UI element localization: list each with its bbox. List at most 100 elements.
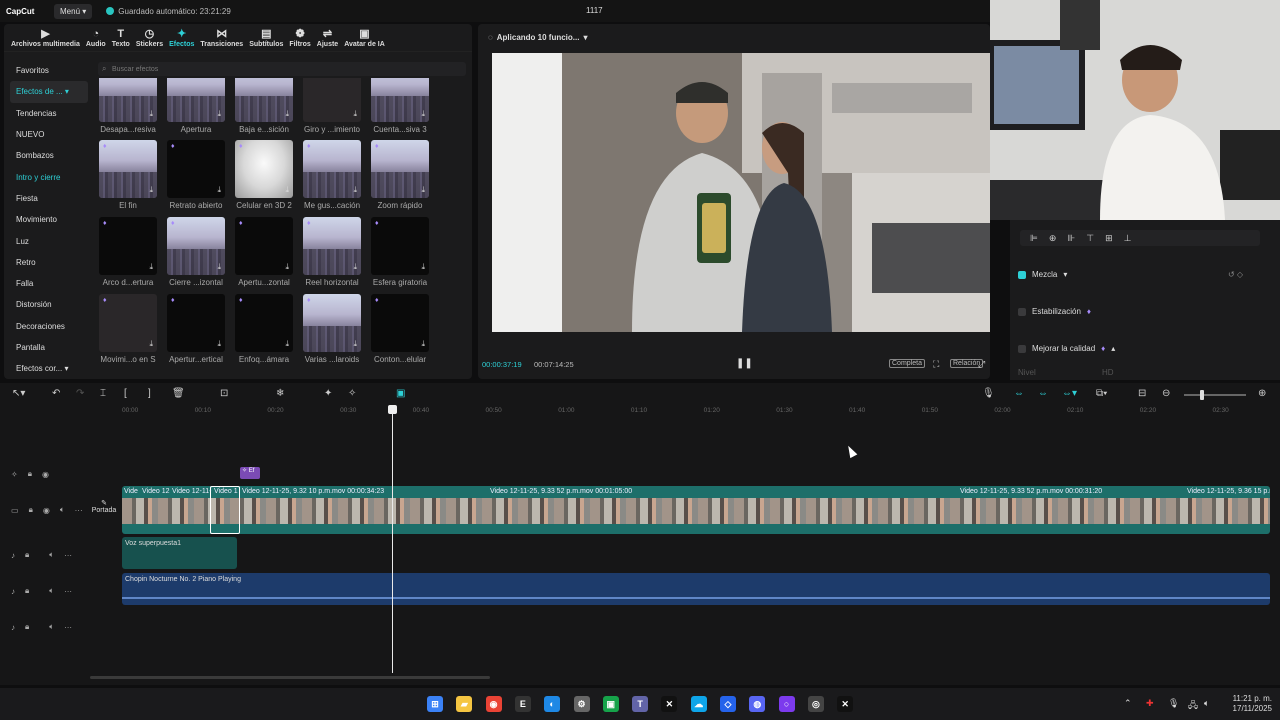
- download-icon[interactable]: ⤓: [149, 339, 153, 349]
- effect-thumbnail[interactable]: ♦ ⤓: [235, 294, 293, 352]
- blend-toggle[interactable]: Mezcla ▾: [1018, 270, 1067, 279]
- download-icon[interactable]: ⤓: [353, 262, 357, 272]
- zoom-in-icon[interactable]: ⊕: [1258, 388, 1266, 399]
- search-input[interactable]: ⌕ Buscar efectos: [98, 62, 466, 76]
- visibility-icon[interactable]: ◉: [42, 470, 49, 479]
- sidebar-item[interactable]: Movimiento: [10, 209, 88, 230]
- sidebar-item[interactable]: Intro y cierre: [10, 166, 88, 187]
- chevron-down-icon[interactable]: ▾: [583, 33, 587, 42]
- caption-icon[interactable]: ⊟: [1138, 388, 1146, 399]
- audio-toggle-icon[interactable]: 🔈︎: [49, 586, 54, 596]
- audio-toggle-icon[interactable]: 🔈︎: [49, 622, 54, 632]
- video-preview[interactable]: [492, 53, 990, 332]
- fullscreen-icon[interactable]: ⤢: [976, 359, 987, 370]
- effect-item[interactable]: ♦ ⤓ Movimi...o en S: [99, 294, 157, 364]
- align-left-icon[interactable]: ⊫: [1030, 233, 1038, 244]
- app-icon[interactable]: ◐: [544, 696, 561, 712]
- sidebar-item[interactable]: Decoraciones: [10, 316, 88, 337]
- download-icon[interactable]: ⤓: [149, 262, 153, 272]
- download-icon[interactable]: ⤓: [353, 339, 357, 349]
- effect-item[interactable]: ⤓ Desapa...resiva: [99, 78, 157, 134]
- audio-toggle-icon[interactable]: 🔈︎: [60, 505, 65, 515]
- tray-mic-icon[interactable]: 🎙: [1168, 698, 1179, 709]
- tab-subt-tulos[interactable]: ▤ Subtítulos: [246, 24, 286, 51]
- stabilization-checkbox[interactable]: [1018, 307, 1026, 316]
- pause-button[interactable]: ❚❚: [736, 358, 753, 369]
- more-icon[interactable]: ···: [64, 551, 72, 560]
- sidebar-item[interactable]: Luz: [10, 230, 88, 251]
- enhance-checkbox[interactable]: [1018, 344, 1026, 353]
- effect-item[interactable]: ♦ ⤓ El fin: [99, 140, 157, 210]
- select-tool-icon[interactable]: ↖▾: [12, 388, 25, 399]
- enhance-toggle[interactable]: Mejorar la calidad ♦ ▴: [1018, 344, 1115, 353]
- trim-right-icon[interactable]: ]: [148, 388, 151, 399]
- reset-icon[interactable]: ↺ ◇: [1228, 270, 1243, 279]
- effect-thumbnail[interactable]: ♦ ⤓: [99, 294, 157, 352]
- effect-thumbnail[interactable]: ⤓: [235, 78, 293, 122]
- effect-thumbnail[interactable]: ♦ ⤓: [303, 294, 361, 352]
- capcut2-icon[interactable]: ✕: [837, 696, 854, 712]
- zoom-slider[interactable]: [1184, 390, 1246, 400]
- effect-thumbnail[interactable]: ⤓: [371, 78, 429, 122]
- download-icon[interactable]: ⤓: [285, 109, 289, 119]
- lock-icon[interactable]: 🔒︎: [25, 622, 29, 632]
- lock-icon[interactable]: 🔒︎: [25, 586, 29, 596]
- more-icon[interactable]: ···: [75, 506, 83, 515]
- tray-app-icon[interactable]: ✚: [1146, 698, 1154, 709]
- zoom-slider-handle[interactable]: [1200, 390, 1204, 400]
- visibility-icon[interactable]: ◉: [43, 506, 50, 515]
- tray-volume-icon[interactable]: 🔈︎: [1204, 698, 1209, 709]
- sidebar-item[interactable]: Fiesta: [10, 188, 88, 209]
- app2-icon[interactable]: ▣: [602, 696, 619, 712]
- explorer-icon[interactable]: ▰: [456, 696, 473, 712]
- sidebar-item[interactable]: Distorsión: [10, 294, 88, 315]
- menu-button[interactable]: Menú ▾: [54, 3, 93, 19]
- sidebar-item[interactable]: Efectos de ... ▾: [10, 81, 88, 103]
- full-quality-button[interactable]: Completa: [889, 359, 925, 368]
- sidebar-item[interactable]: NUEVO: [10, 124, 88, 145]
- link-icon[interactable]: ⇔: [1014, 388, 1024, 399]
- sidebar-item[interactable]: Pantalla: [10, 337, 88, 358]
- lock-icon[interactable]: 🔒︎: [29, 505, 33, 515]
- effect-item[interactable]: ♦ ⤓ Cierre ...izontal: [167, 217, 225, 287]
- effect-item[interactable]: ⤓ Cuenta...siva 3: [371, 78, 429, 134]
- sidebar-item[interactable]: Retro: [10, 252, 88, 273]
- effect-item[interactable]: ♦ ⤓ Enfoq...ámara: [235, 294, 293, 364]
- time-ruler[interactable]: 00:00 00:10 00:20 00:30 00:40 00:50 01:00 01:10…: [122, 407, 1280, 419]
- download-icon[interactable]: ⤓: [149, 185, 153, 195]
- delete-icon[interactable]: 🗑: [172, 388, 185, 399]
- effect-item[interactable]: ♦ ⤓ Varias ...laroids: [303, 294, 361, 364]
- effect-item[interactable]: ♦ ⤓ Me gus...cación: [303, 140, 361, 210]
- epic-icon[interactable]: E: [514, 696, 531, 712]
- effect-item[interactable]: ♦ ⤓ Arco d...ertura: [99, 217, 157, 287]
- split-icon[interactable]: ⌶: [100, 388, 106, 399]
- preview-axis-icon[interactable]: ⇔▾: [1062, 388, 1077, 399]
- align-center-icon[interactable]: ⊕: [1049, 233, 1057, 244]
- tab-avatar-de-ia[interactable]: ▣ Avatar de IA: [341, 24, 388, 51]
- download-icon[interactable]: ⤓: [217, 339, 221, 349]
- effect-thumbnail[interactable]: ♦ ⤓: [235, 217, 293, 275]
- effect-thumbnail[interactable]: ♦ ⤓: [371, 217, 429, 275]
- tab-ajuste[interactable]: ⇌ Ajuste: [314, 24, 341, 51]
- download-icon[interactable]: ⤓: [353, 109, 357, 119]
- effect-item[interactable]: ♦ ⤓ Zoom rápido: [371, 140, 429, 210]
- effect-thumbnail[interactable]: ⤓: [303, 78, 361, 122]
- download-icon[interactable]: ⤓: [421, 262, 425, 272]
- timeline-scrollbar[interactable]: [90, 676, 490, 679]
- chrome-icon[interactable]: ◉: [485, 696, 502, 712]
- capcut-icon[interactable]: ✕: [661, 696, 678, 712]
- download-icon[interactable]: ⤓: [217, 185, 221, 195]
- download-icon[interactable]: ⤓: [421, 339, 425, 349]
- main-video-track[interactable]: Vide Video 12 Video 12-11- Video 1 Video 12-…: [122, 486, 1270, 534]
- snap-icon[interactable]: ⇔: [1038, 388, 1048, 399]
- effect-thumbnail[interactable]: ♦ ⤓: [303, 140, 361, 198]
- tab-transiciones[interactable]: ⋈ Transiciones: [197, 24, 246, 51]
- tray-chevron-icon[interactable]: ⌃: [1124, 698, 1132, 709]
- align-middle-icon[interactable]: ⊞: [1105, 233, 1113, 244]
- download-icon[interactable]: ⤓: [353, 185, 357, 195]
- effect-thumbnail[interactable]: ♦ ⤓: [167, 217, 225, 275]
- effect-thumbnail[interactable]: ♦ ⤓: [167, 140, 225, 198]
- effect-thumbnail[interactable]: ♦ ⤓: [371, 140, 429, 198]
- align-bottom-icon[interactable]: ⊥: [1124, 233, 1132, 244]
- mic-icon[interactable]: 🎙: [982, 388, 995, 399]
